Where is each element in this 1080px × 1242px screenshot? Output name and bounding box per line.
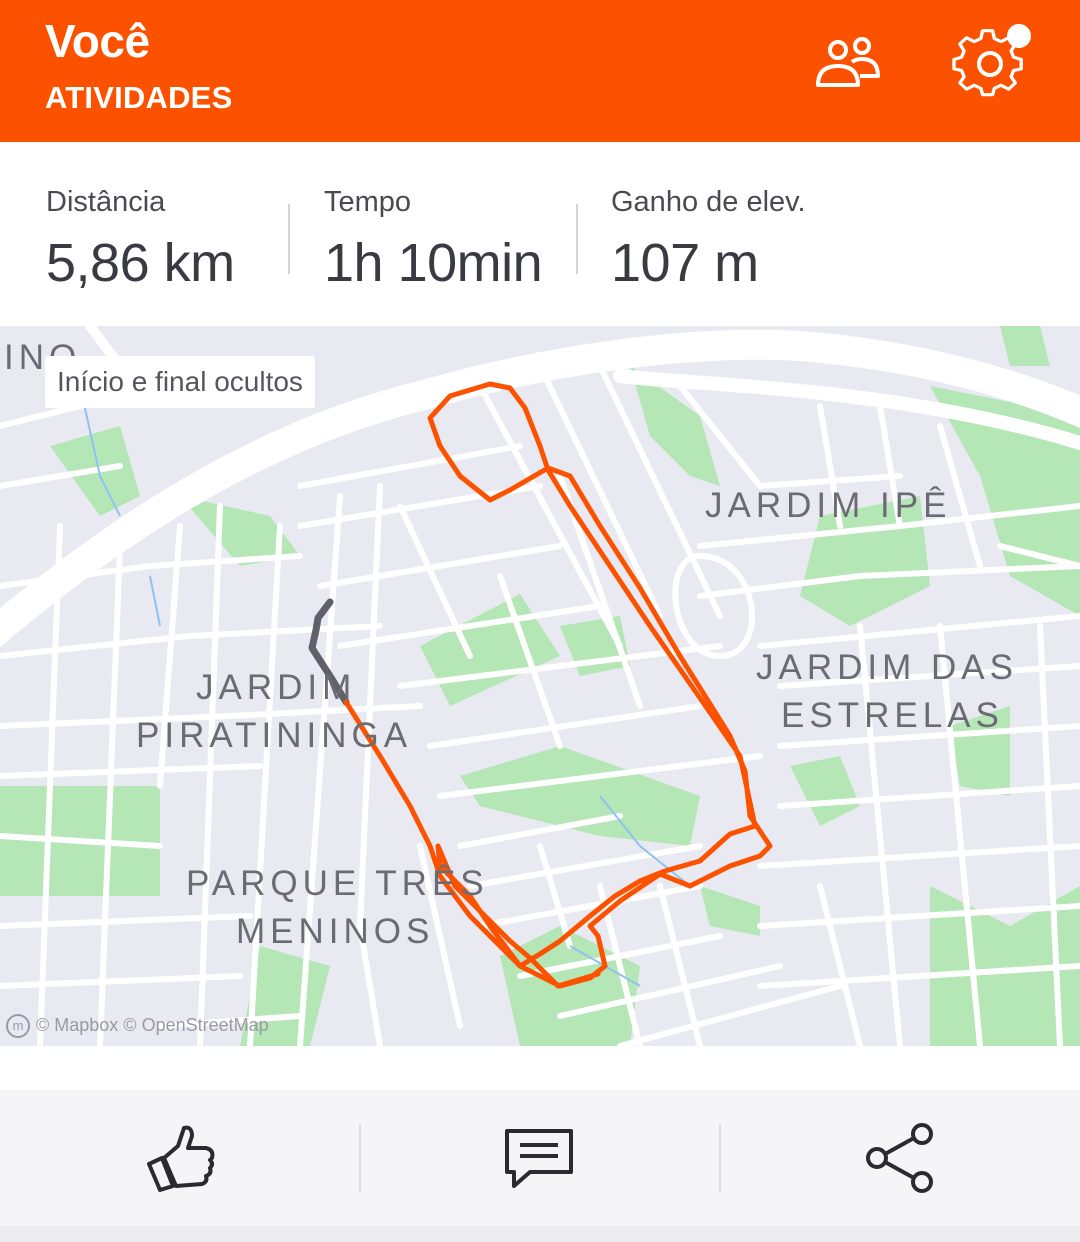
neighborhood-label: JARDIM IPÊ bbox=[705, 486, 952, 525]
thumbs-up-icon bbox=[147, 1125, 215, 1192]
top-app-bar: Você ATIVIDADES bbox=[0, 0, 1080, 142]
activity-stats: Distância 5,86 km Tempo 1h 10min Ganho d… bbox=[0, 142, 1080, 326]
share-icon bbox=[866, 1123, 933, 1193]
comment-icon bbox=[505, 1129, 573, 1188]
share-button[interactable] bbox=[720, 1090, 1080, 1226]
neighborhood-label: JARDIM DAS bbox=[756, 648, 1018, 687]
neighborhood-label: PIRATININGA bbox=[136, 716, 413, 755]
mapbox-logo-icon: m bbox=[6, 1014, 30, 1038]
spacer bbox=[0, 1046, 1080, 1090]
settings-icon[interactable] bbox=[952, 24, 1036, 102]
action-bar bbox=[0, 1090, 1080, 1226]
friends-icon[interactable] bbox=[812, 36, 884, 92]
neighborhood-label: PARQUE TRÊS bbox=[186, 864, 489, 903]
attribution-text: © Mapbox © OpenStreetMap bbox=[36, 1014, 269, 1035]
route-map[interactable]: INO Início e final ocultos JARDIM IPÊ JA… bbox=[0, 326, 1080, 1046]
notification-dot bbox=[1007, 24, 1031, 48]
comment-button[interactable] bbox=[360, 1090, 720, 1226]
neighborhood-label: MENINOS bbox=[236, 912, 435, 951]
map-attribution[interactable]: m © Mapbox © OpenStreetMap bbox=[6, 1014, 269, 1038]
stat-value: 1h 10min bbox=[324, 233, 543, 293]
section-subtitle: ATIVIDADES bbox=[45, 80, 233, 115]
bottom-edge bbox=[0, 1226, 1080, 1242]
divider bbox=[576, 204, 578, 274]
stat-label: Distância bbox=[46, 186, 166, 218]
neighborhood-label: JARDIM bbox=[196, 668, 357, 707]
stat-value: 5,86 km bbox=[46, 233, 235, 293]
stat-value: 107 m bbox=[611, 233, 759, 293]
neighborhood-label: ESTRELAS bbox=[781, 696, 1004, 735]
page-title: Você bbox=[45, 15, 150, 67]
privacy-notice: Início e final ocultos bbox=[45, 356, 315, 408]
stat-label: Tempo bbox=[324, 186, 412, 218]
divider bbox=[288, 204, 290, 274]
stat-label: Ganho de elev. bbox=[611, 186, 806, 218]
like-button[interactable] bbox=[0, 1090, 360, 1226]
